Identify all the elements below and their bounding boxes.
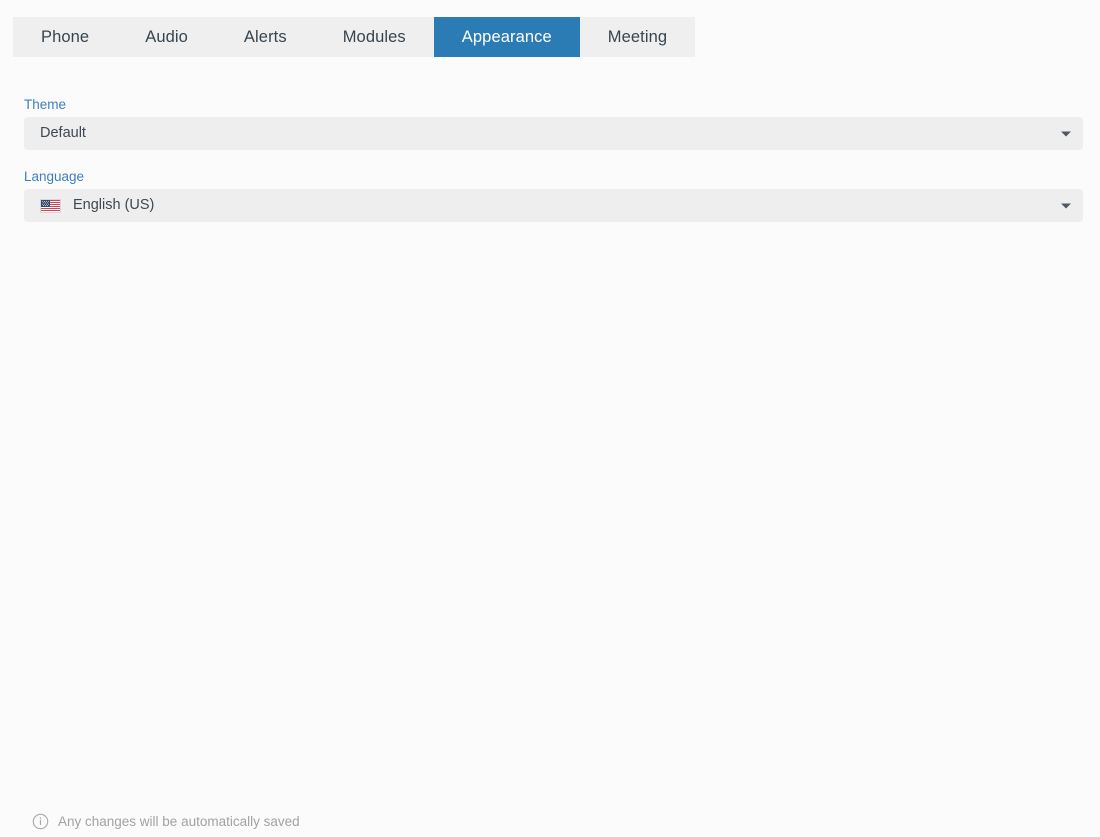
us-flag-icon (40, 198, 61, 213)
tab-appearance[interactable]: Appearance (433, 17, 580, 57)
autosave-notice: Any changes will be automatically saved (32, 813, 300, 830)
tab-label: Appearance (461, 27, 552, 46)
theme-selected-value: Default (40, 125, 86, 141)
tab-phone[interactable]: Phone (13, 17, 118, 57)
language-selected-value: English (US) (73, 197, 155, 213)
autosave-notice-text: Any changes will be automatically saved (58, 814, 300, 829)
tab-label: Audio (145, 27, 188, 46)
theme-select[interactable]: Default (24, 117, 1083, 150)
language-select[interactable]: English (US) (24, 189, 1083, 222)
tab-audio[interactable]: Audio (117, 17, 216, 57)
settings-tab-bar: Phone Audio Alerts Modules Appearance Me… (13, 17, 696, 57)
tab-label: Phone (41, 27, 90, 46)
info-circle-icon (32, 813, 49, 830)
language-field-group: Language English (US) (24, 168, 1083, 222)
theme-field-group: Theme Default (24, 96, 1083, 150)
tab-label: Modules (342, 27, 406, 46)
tab-alerts[interactable]: Alerts (215, 17, 315, 57)
chevron-down-icon (1061, 131, 1071, 136)
tab-label: Alerts (243, 27, 287, 46)
tab-label: Meeting (607, 27, 668, 46)
theme-label: Theme (24, 97, 67, 112)
chevron-down-icon (1061, 203, 1071, 208)
appearance-settings-form: Theme Default Language English (US) (24, 96, 1083, 240)
language-label: Language (24, 169, 85, 184)
tab-modules[interactable]: Modules (314, 17, 434, 57)
tab-meeting[interactable]: Meeting (579, 17, 696, 57)
